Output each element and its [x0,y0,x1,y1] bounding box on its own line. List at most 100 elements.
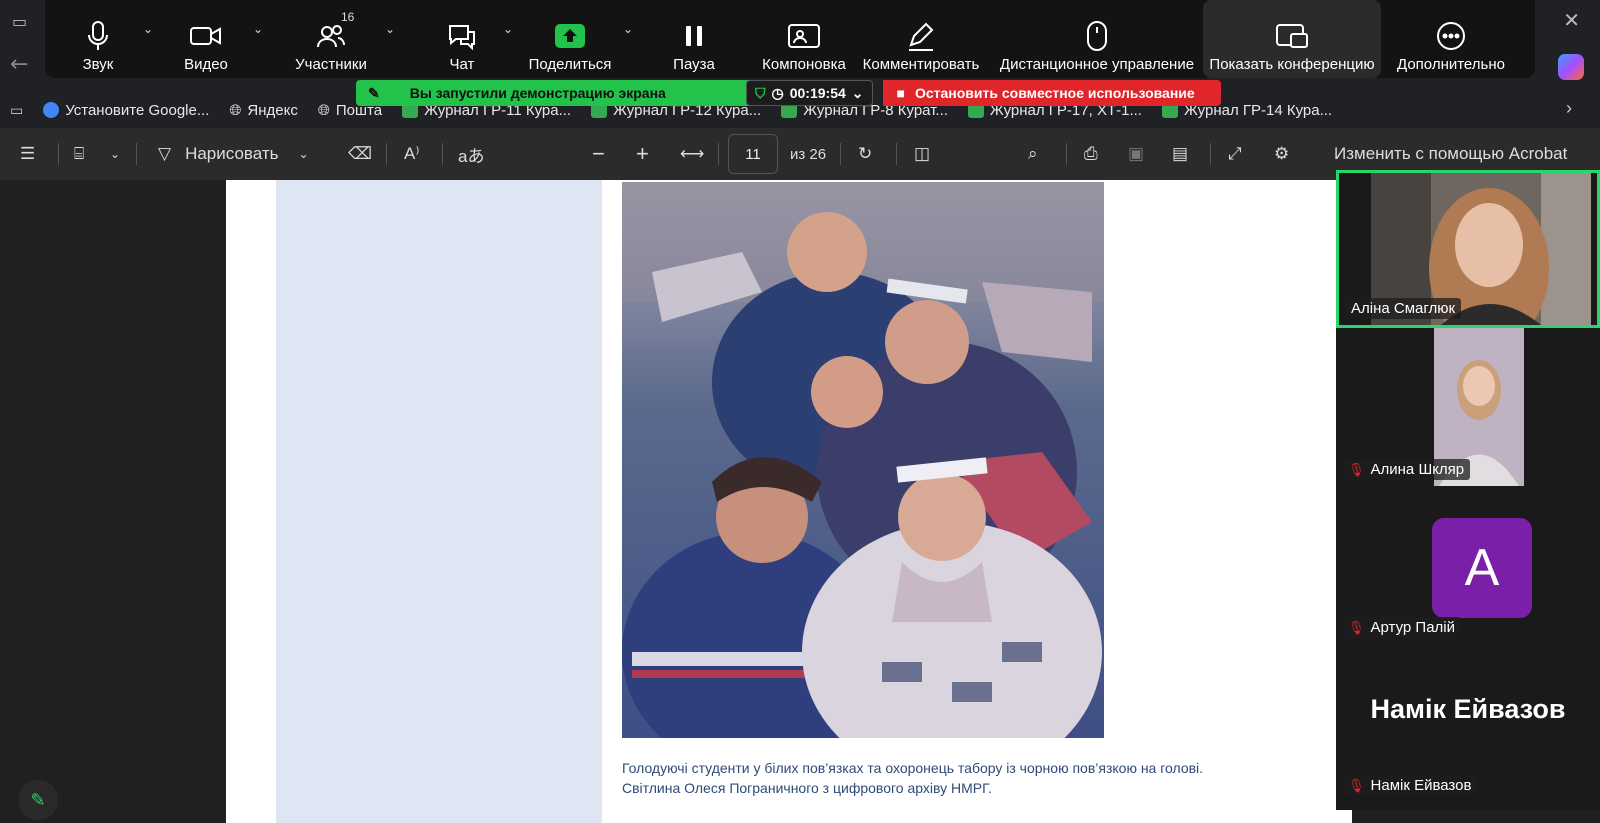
share-timer[interactable]: ⛉ ◷ 00:19:54 ⌄ [746,80,873,106]
globe-icon: 🌐︎ [317,101,330,119]
translate-icon[interactable]: aあ [458,142,484,167]
draw-icon: ▽ [158,144,172,163]
pdf-viewer: Голодуючі студенти у білих пов’язках та … [0,180,1352,823]
edit-with-acrobat-button[interactable]: Изменить с помощью Acrobat [1334,144,1567,164]
page-number-input[interactable]: 11 [728,134,778,174]
chevron-down-icon[interactable]: ⌄ [110,147,120,161]
divider [1066,143,1067,165]
bookmark-label: Установите Google... [65,101,210,119]
participant-name-tag: 🎙︎ Намік Ейвазов [1342,775,1478,796]
chevron-down-icon: ⌄ [298,147,309,161]
bookmarks-apps-icon[interactable]: ▭ [10,102,23,119]
print-icon[interactable]: ⎙ [1084,144,1098,164]
divider [58,143,59,165]
share-label: Поделиться [528,56,612,73]
mic-muted-icon: 🎙︎ [1348,619,1365,635]
fullscreen-icon[interactable]: ⤢ [1228,144,1242,164]
chevron-down-icon[interactable]: ⌄ [385,22,395,36]
show-meeting-button[interactable]: Показать конференцию [1203,0,1381,78]
mic-muted-icon: 🎙︎ [1348,461,1365,477]
save-as-icon[interactable]: ▤ [1172,144,1188,164]
divider [896,143,897,165]
stop-share-button[interactable]: ■ Остановить совместное использование [882,80,1221,106]
remote-control-button[interactable]: Дистанционное управление [991,0,1203,78]
draw-label: Нарисовать [185,144,279,163]
page-total: из 26 [790,145,827,163]
divider [386,143,387,165]
highlighter-icon[interactable]: ⌸ [74,144,84,164]
more-icon [1436,16,1466,56]
divider [840,143,841,165]
zoom-in-icon[interactable]: + [636,141,649,167]
participant-name: Намік Ейвазов [1370,777,1472,794]
eraser-icon[interactable]: ⌫ [348,144,372,164]
pencil-icon: ✎ [30,789,46,811]
divider [1210,143,1211,165]
contents-list-icon[interactable]: ☰ [20,144,35,164]
divider [136,143,137,165]
chat-label: Чат [449,56,475,73]
participant-name-tag: 🎙︎ Артур Палій [1342,617,1462,638]
caption-line: Голодуючі студенти у білих пов’язках та … [622,760,1204,776]
divider [442,143,443,165]
participant-tile[interactable]: A 🎙︎ Артур Палій [1336,486,1600,644]
chevron-right-icon[interactable]: › [1566,98,1572,119]
layout-button[interactable]: Компоновка [757,0,851,78]
edit-pencil-button[interactable]: ✎ [18,780,58,820]
zoom-out-icon[interactable]: − [592,141,605,167]
page-view-icon[interactable]: ◫ [914,144,930,164]
participants-label: Участники [295,56,367,73]
pin-icon[interactable]: ✎ [368,85,380,102]
draw-button[interactable]: ▽ Нарисовать ⌄ [158,144,309,164]
participant-tile[interactable]: Аліна Смаглюк [1336,170,1600,328]
audio-button[interactable]: ⌄ Звук [45,0,153,78]
bookmark-item[interactable]: 🌐︎ Яндекс [229,102,297,119]
search-icon[interactable]: ⌕ [1028,144,1038,164]
annotate-button[interactable]: Комментировать [851,0,991,78]
window-menu-icon[interactable]: ▭ [12,12,27,31]
google-icon [43,102,60,118]
caption-line: Світлина Олеся Пограничного з цифрового … [622,780,992,796]
share-button[interactable]: ⌄ Поделиться [523,0,633,78]
close-icon[interactable]: ✕ [1563,8,1580,32]
bookmark-item[interactable]: Установите Google... [43,102,209,119]
avatar: A [1432,518,1532,618]
fit-width-icon[interactable]: ⟷ [680,144,704,164]
chevron-down-icon: ⌄ [851,84,864,101]
stop-icon: ■ [896,85,905,101]
participant-tile[interactable]: Намік Ейвазов 🎙︎ Намік Ейвазов [1336,644,1600,802]
stop-share-label: Остановить совместное использование [914,85,1195,101]
video-camera-icon [190,16,222,56]
chat-button[interactable]: ⌄ Чат [401,0,523,78]
pause-share-button[interactable]: Пауза [631,0,757,78]
back-arrow-icon[interactable]: ← [10,52,28,77]
pause-label: Пауза [673,56,715,73]
pencil-icon [907,16,935,56]
microphone-icon [87,16,109,56]
video-label: Видео [184,56,228,73]
participants-count: 16 [341,10,355,24]
more-button[interactable]: Дополнительно [1381,0,1521,78]
pdf-page: Голодуючі студенти у білих пов’язках та … [226,180,1352,823]
page-number: 11 [745,145,761,163]
more-label: Дополнительно [1397,56,1505,73]
participants-button[interactable]: 16 ⌄ Участники [261,0,401,78]
page-sidebar-shade [276,180,602,823]
copilot-icon[interactable] [1558,54,1584,80]
participant-tile[interactable]: 🎙︎ Алина Шкляр [1336,328,1600,486]
read-aloud-icon[interactable]: A⁾ [404,144,420,164]
clock-icon: ◷ [771,84,784,101]
participant-display-name: Намік Ейвазов [1370,694,1566,724]
globe-icon: 🌐︎ [229,101,242,119]
show-meeting-label: Показать конференцию [1209,56,1375,73]
divider [718,143,719,165]
chevron-down-icon[interactable]: ⌄ [503,22,513,36]
annotate-label: Комментировать [862,56,980,73]
show-meeting-icon [1276,16,1308,56]
mic-muted-icon: 🎙︎ [1348,777,1365,793]
video-button[interactable]: ⌄ Видео [151,0,263,78]
gear-icon[interactable]: ⚙ [1274,144,1289,164]
save-icon[interactable]: ▣ [1128,144,1144,164]
archive-photo [622,182,1104,738]
rotate-icon[interactable]: ↻ [858,144,872,164]
